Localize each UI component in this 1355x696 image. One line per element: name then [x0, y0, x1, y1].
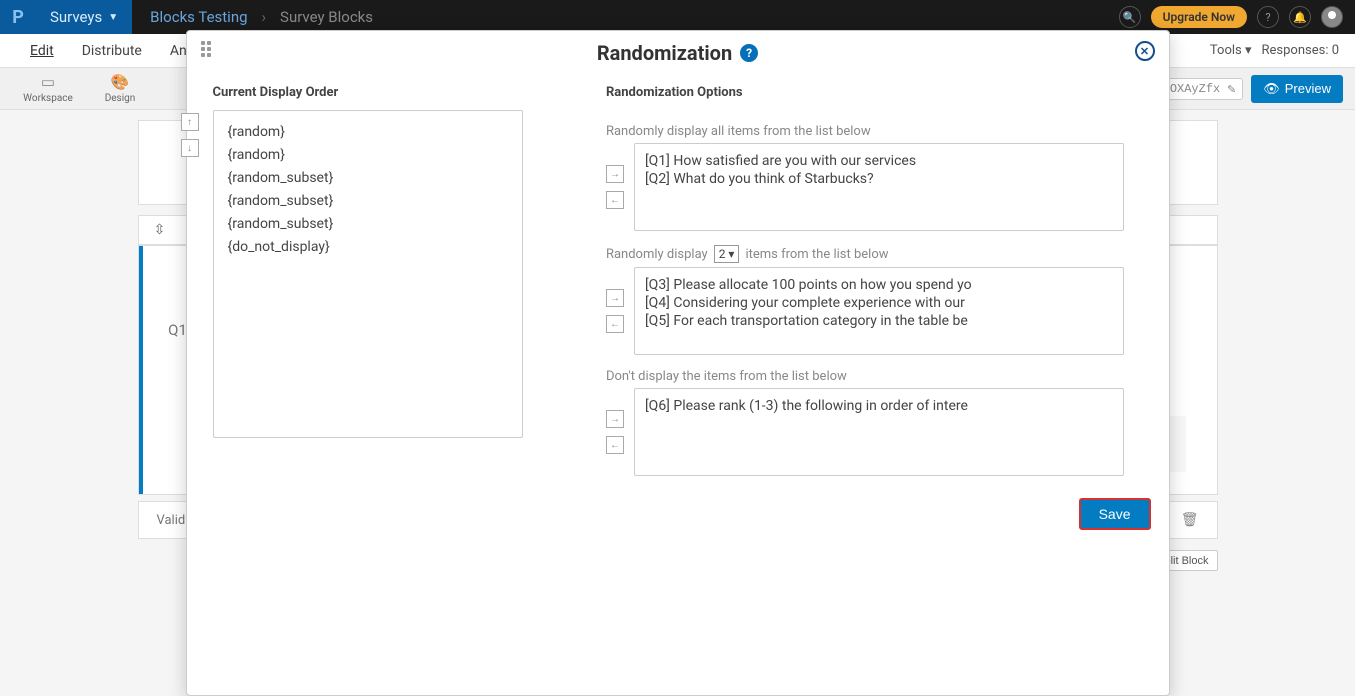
- randomization-options-title: Randomization Options: [606, 85, 1125, 100]
- preview-button[interactable]: 👁 Preview: [1251, 75, 1343, 103]
- avatar[interactable]: [1321, 6, 1343, 28]
- notifications-icon[interactable]: 🔔: [1289, 6, 1311, 28]
- display-order-title: Current Display Order: [213, 85, 523, 100]
- modal-overlay: Randomization ? ✕ ↑ ↓ Current Display Or…: [0, 30, 1355, 696]
- list-item[interactable]: {random_subset}: [228, 190, 508, 213]
- responses-count: Responses: 0: [1262, 43, 1340, 58]
- breadcrumb-separator: ›: [262, 8, 267, 26]
- design-label: Design: [105, 93, 136, 104]
- tools-label: Tools: [1210, 43, 1242, 58]
- group3-label: Don't display the items from the list be…: [606, 369, 1125, 384]
- modal-footer: Save: [187, 494, 1169, 548]
- brand-logo[interactable]: P: [0, 0, 36, 34]
- move-from-group-button[interactable]: ←: [606, 436, 624, 454]
- group2-listbox[interactable]: [Q3] Please allocate 100 points on how y…: [634, 267, 1125, 355]
- list-item[interactable]: [Q2] What do you think of Starbucks?: [645, 170, 1114, 188]
- modal-left-column: ↑ ↓ Current Display Order {random} {rand…: [231, 85, 606, 476]
- list-item[interactable]: {random}: [228, 121, 508, 144]
- save-button[interactable]: Save: [1079, 498, 1151, 530]
- group2-label-pre: Randomly display: [606, 247, 708, 262]
- workspace-icon: ▭: [41, 73, 55, 91]
- section-name: Survey Blocks: [280, 8, 373, 26]
- design-button[interactable]: 🎨 Design: [84, 73, 156, 104]
- eye-icon: 👁: [1263, 81, 1280, 97]
- topnav-right: 🔍 Upgrade Now ? 🔔: [1119, 0, 1355, 34]
- move-down-button[interactable]: ↓: [181, 139, 199, 157]
- list-item[interactable]: [Q5] For each transportation category in…: [645, 312, 1114, 330]
- chevron-down-icon: ▼: [108, 12, 118, 23]
- drag-grip-icon[interactable]: [201, 41, 211, 57]
- pencil-icon[interactable]: ✎: [1227, 83, 1236, 97]
- move-to-group-button[interactable]: →: [606, 289, 624, 307]
- breadcrumb: Blocks Testing › Survey Blocks: [132, 8, 391, 26]
- list-item[interactable]: [Q1] How satisfied are you with our serv…: [645, 152, 1114, 170]
- menu-edit[interactable]: Edit: [16, 43, 68, 59]
- collapse-toggle[interactable]: ⇳: [149, 219, 171, 241]
- list-item[interactable]: [Q6] Please rank (1-3) the following in …: [645, 397, 1114, 415]
- randomization-modal: Randomization ? ✕ ↑ ↓ Current Display Or…: [186, 30, 1170, 696]
- modal-header: Randomization ? ✕: [187, 31, 1169, 75]
- move-to-group-button[interactable]: →: [606, 165, 624, 183]
- list-item[interactable]: [Q3] Please allocate 100 points on how y…: [645, 276, 1114, 294]
- list-item[interactable]: [Q4] Considering your complete experienc…: [645, 294, 1114, 312]
- group2-label: Randomly display 2 ▾ items from the list…: [606, 245, 1125, 263]
- subset-count-select[interactable]: 2 ▾: [714, 245, 740, 263]
- menu-distribute[interactable]: Distribute: [68, 43, 156, 59]
- close-icon[interactable]: ✕: [1135, 41, 1155, 61]
- group1-listbox[interactable]: [Q1] How satisfied are you with our serv…: [634, 143, 1125, 231]
- surveys-label: Surveys: [50, 8, 102, 26]
- move-to-group-button[interactable]: →: [606, 410, 624, 428]
- modal-title: Randomization ?: [597, 41, 758, 65]
- help-icon[interactable]: ?: [740, 44, 758, 62]
- modal-title-text: Randomization: [597, 41, 732, 65]
- move-from-group-button[interactable]: ←: [606, 191, 624, 209]
- search-icon[interactable]: 🔍: [1119, 6, 1141, 28]
- trash-icon[interactable]: 🗑: [1181, 512, 1199, 528]
- help-icon[interactable]: ?: [1257, 6, 1279, 28]
- list-item[interactable]: {random_subset}: [228, 213, 508, 236]
- preview-label: Preview: [1285, 81, 1331, 96]
- group3-listbox[interactable]: [Q6] Please rank (1-3) the following in …: [634, 388, 1125, 476]
- workspace-label: Workspace: [23, 93, 73, 104]
- display-order-listbox[interactable]: {random} {random} {random_subset} {rando…: [213, 110, 523, 438]
- list-item[interactable]: {random_subset}: [228, 167, 508, 190]
- reorder-arrows: ↑ ↓: [181, 113, 199, 476]
- top-nav: P Surveys ▼ Blocks Testing › Survey Bloc…: [0, 0, 1355, 34]
- move-up-button[interactable]: ↑: [181, 113, 199, 131]
- menubar-right: Tools ▾ Responses: 0: [1210, 43, 1339, 58]
- upgrade-button[interactable]: Upgrade Now: [1151, 6, 1247, 28]
- list-item[interactable]: {do_not_display}: [228, 236, 508, 259]
- group1-label: Randomly display all items from the list…: [606, 124, 1125, 139]
- modal-right-column: Randomization Options Randomly display a…: [606, 85, 1125, 476]
- palette-icon: 🎨: [111, 73, 130, 91]
- workspace-button[interactable]: ▭ Workspace: [12, 73, 84, 104]
- surveys-dropdown[interactable]: Surveys ▼: [36, 0, 132, 34]
- list-item[interactable]: {random}: [228, 144, 508, 167]
- project-name[interactable]: Blocks Testing: [150, 8, 247, 26]
- group2-label-post: items from the list below: [745, 247, 888, 262]
- modal-body: ↑ ↓ Current Display Order {random} {rand…: [187, 75, 1169, 494]
- move-from-group-button[interactable]: ←: [606, 315, 624, 333]
- tools-dropdown[interactable]: Tools ▾: [1210, 43, 1252, 58]
